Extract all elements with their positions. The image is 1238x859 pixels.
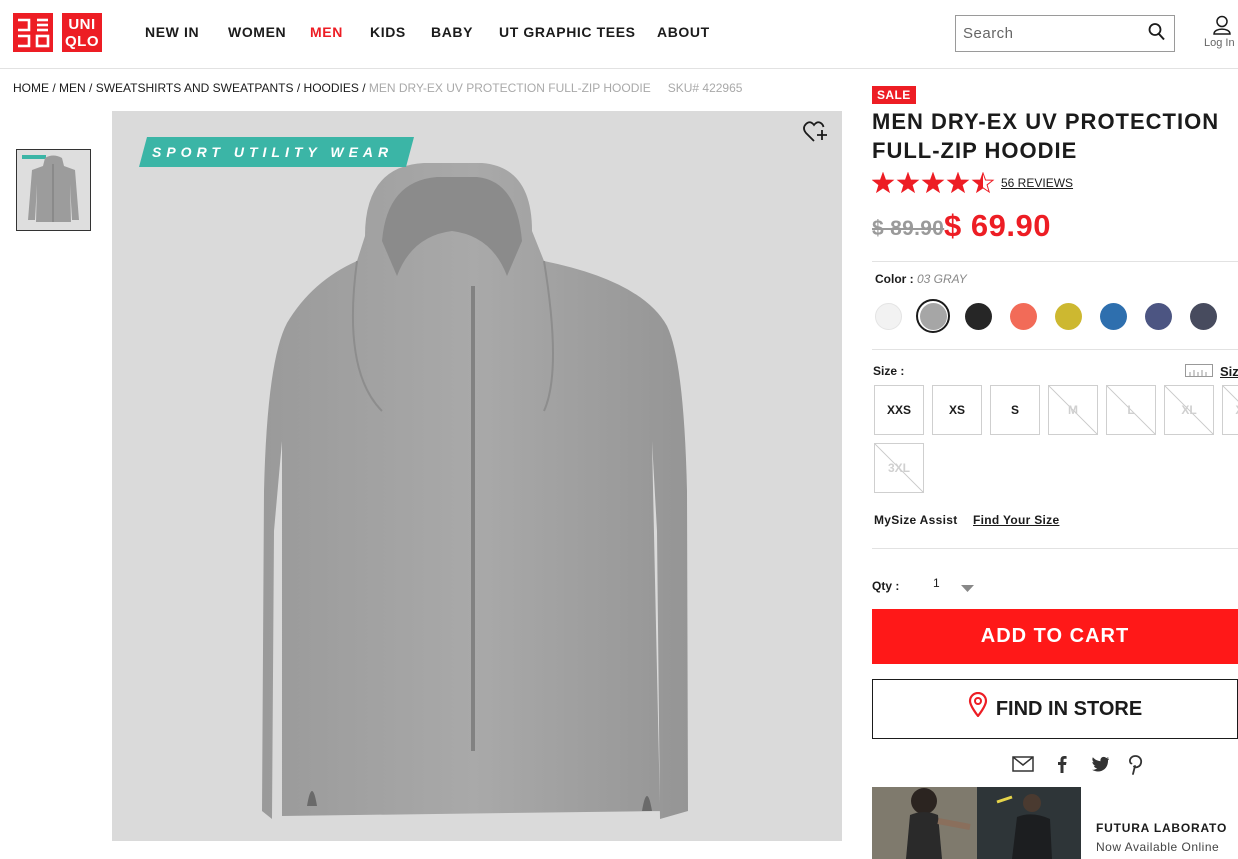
site-header: UNI QLO NEW IN WOMEN MEN KIDS BABY UT GR… [0, 0, 1238, 69]
ruler-icon [1185, 364, 1213, 382]
size-chart-link[interactable]: Size [1220, 364, 1238, 379]
color-value: 03 GRAY [917, 272, 967, 286]
color-swatch-yellow[interactable] [1055, 303, 1082, 330]
color-swatch-gray[interactable] [920, 303, 947, 330]
breadcrumb-separator: / [293, 81, 304, 95]
sku-label: SKU# 422965 [667, 81, 743, 95]
color-swatch-black[interactable] [965, 303, 992, 330]
login-label: Log In [1204, 37, 1235, 49]
search-icon[interactable] [1148, 22, 1166, 42]
nav-kids[interactable]: KIDS [370, 24, 406, 40]
logo-text-top: UNI [68, 16, 96, 33]
star-icon [971, 171, 995, 194]
wishlist-heart-icon[interactable] [803, 120, 829, 149]
rating-stars [871, 171, 996, 199]
facebook-icon[interactable] [1051, 753, 1073, 775]
size-option-s[interactable]: S [990, 385, 1040, 435]
breadcrumb-home[interactable]: HOME [13, 81, 49, 95]
size-label: Size : [873, 364, 905, 378]
promo-subtitle: Now Available Online [1096, 840, 1220, 854]
breadcrumb-separator: / [85, 81, 96, 95]
location-pin-icon [968, 691, 988, 723]
breadcrumb-sweatshirts[interactable]: SWEATSHIRTS AND SWEATPANTS [96, 81, 294, 95]
star-icon [921, 171, 945, 194]
size-option-m[interactable]: M [1048, 385, 1098, 435]
sale-price: $ 69.90 [944, 208, 1051, 243]
find-your-size-link[interactable]: Find Your Size [973, 513, 1059, 527]
nav-baby[interactable]: BABY [431, 24, 473, 40]
login-button[interactable]: Log In [1204, 15, 1238, 55]
reviews-link[interactable]: 56 REVIEWS [1001, 176, 1073, 190]
color-swatch-navy[interactable] [1145, 303, 1172, 330]
star-icon [896, 171, 920, 194]
nav-about[interactable]: ABOUT [657, 24, 710, 40]
size-option-l[interactable]: L [1106, 385, 1156, 435]
size-option-xxl[interactable]: XXL [1222, 385, 1238, 435]
hoodie-illustration [262, 163, 688, 819]
size-option-xs[interactable]: XS [932, 385, 982, 435]
breadcrumb-men[interactable]: MEN [59, 81, 86, 95]
uniqlo-logo-katakana[interactable] [13, 13, 53, 52]
nav-new-in[interactable]: NEW IN [145, 24, 199, 40]
quantity-select[interactable]: 1 [925, 570, 980, 596]
size-option-xxs[interactable]: XXS [874, 385, 924, 435]
size-option-xl[interactable]: XL [1164, 385, 1214, 435]
color-swatch-white[interactable] [875, 303, 902, 330]
star-icon [871, 171, 895, 194]
twitter-icon[interactable] [1089, 753, 1111, 775]
logo-text-bottom: QLO [65, 33, 99, 50]
breadcrumb-current: MEN DRY-EX UV PROTECTION FULL-ZIP HOODIE [368, 81, 651, 95]
quantity-value: 1 [933, 576, 940, 590]
chevron-down-icon [961, 579, 974, 597]
banner-text: SPORT UTILITY WEAR [152, 144, 394, 160]
promo-title: FUTURA LABORATO [1096, 821, 1228, 835]
divider [872, 349, 1238, 350]
nav-men[interactable]: MEN [310, 24, 343, 40]
promo-banner[interactable]: FUTURA LABORATO Now Available Online [872, 787, 1238, 859]
breadcrumb-separator: / [358, 81, 369, 95]
color-swatch-blue[interactable] [1100, 303, 1127, 330]
breadcrumb-separator: / [49, 81, 60, 95]
promo-image [872, 787, 1081, 859]
search-box [955, 15, 1175, 52]
divider [872, 261, 1238, 262]
size-option-3xl[interactable]: 3XL [874, 443, 924, 493]
mysize-assist-label: MySize Assist [874, 513, 958, 527]
pinterest-icon[interactable] [1125, 753, 1147, 775]
email-icon[interactable] [1012, 753, 1034, 775]
search-input[interactable] [963, 25, 1143, 42]
nav-women[interactable]: WOMEN [228, 24, 286, 40]
add-to-cart-button[interactable]: ADD TO CART [872, 609, 1238, 664]
sale-badge: SALE [872, 86, 916, 104]
sport-utility-banner: SPORT UTILITY WEAR [139, 137, 414, 167]
color-swatch-orange[interactable] [1010, 303, 1037, 330]
nav-ut-graphic-tees[interactable]: UT GRAPHIC TEES [499, 24, 636, 40]
quantity-label: Qty : [872, 579, 900, 593]
original-price: $ 89.90 [872, 217, 945, 240]
breadcrumb-hoodies[interactable]: HOODIES [304, 81, 359, 95]
product-image: SPORT UTILITY WEAR [112, 111, 842, 841]
thumbnail-image[interactable] [16, 149, 91, 231]
star-icon [946, 171, 970, 194]
color-swatch-dark-navy[interactable] [1190, 303, 1217, 330]
uniqlo-logo[interactable]: UNI QLO [62, 13, 102, 52]
find-in-store-label: FIND IN STORE [995, 697, 1143, 720]
product-title: MEN DRY-EX UV PROTECTION FULL-ZIP HOODIE [872, 109, 1220, 163]
color-label: Color : [875, 272, 914, 286]
divider [872, 548, 1238, 549]
breadcrumb: HOME / MEN / SWEATSHIRTS AND SWEATPANTS … [13, 81, 742, 95]
find-in-store-button[interactable]: FIND IN STORE [872, 679, 1238, 739]
